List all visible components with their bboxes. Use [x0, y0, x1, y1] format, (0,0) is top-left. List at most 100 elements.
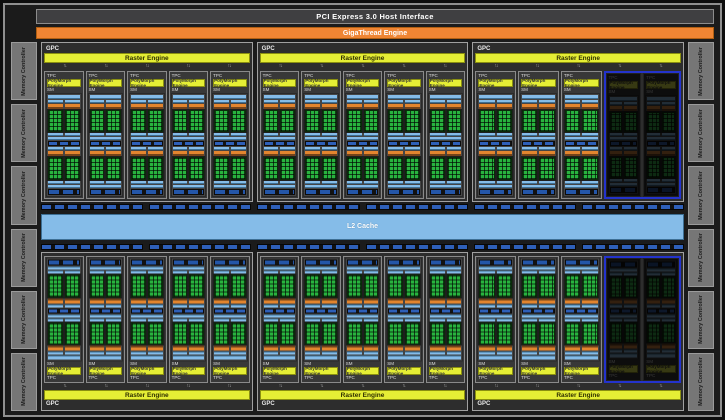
- flow-arrows-icon: ↑↓: [535, 63, 540, 69]
- dispatch-unit-bar: [131, 297, 146, 303]
- dispatch-unit-bar: [64, 104, 80, 109]
- dispatch-unit-bar: [405, 104, 420, 109]
- register-file-bar: [647, 178, 661, 182]
- warp-scheduler-bar: [172, 100, 188, 103]
- polymorph-engine-bar: PolyMorph Engine: [563, 366, 599, 376]
- cuda-core-grid: [213, 273, 230, 298]
- processing-block: [445, 100, 463, 137]
- warp-scheduler-bar: [647, 349, 661, 352]
- warp-scheduler-bar: [564, 351, 581, 354]
- memory-controller-bar: Memory Controller: [688, 104, 714, 163]
- dispatch-unit-bar: [131, 345, 146, 350]
- cuda-core-grid: [445, 108, 463, 134]
- tpc-block: SM PolyMorph Engine TPC: [85, 255, 126, 383]
- dispatch-unit-bar: [346, 345, 362, 350]
- warp-scheduler-bar: [214, 351, 229, 354]
- register-file-bar: [446, 317, 462, 321]
- polymorph-engine-bar: PolyMorph Engine: [428, 366, 463, 376]
- tpc-block: TPC PolyMorph Engine SM: [259, 71, 300, 199]
- load-store-unit-row: [429, 141, 462, 147]
- flow-arrows-icon: ↑↓: [576, 63, 581, 69]
- instruction-cache-bar: [131, 355, 163, 359]
- register-file-bar: [429, 180, 445, 184]
- dispatch-unit-bar: [106, 104, 122, 109]
- processing-block: [495, 317, 514, 354]
- sm-internals: [520, 257, 557, 361]
- warp-scheduler-bar: [564, 303, 581, 307]
- processing-block: [88, 270, 106, 307]
- memory-controller-label: Memory Controller: [21, 170, 27, 220]
- dispatch-unit-bar: [429, 297, 445, 303]
- load-store-unit-row: [89, 141, 122, 147]
- warp-scheduler-bar: [624, 147, 638, 151]
- flow-arrows-icon: ↑↓: [145, 63, 149, 69]
- memory-controller-label: Memory Controller: [698, 46, 704, 96]
- processing-block: [47, 147, 64, 184]
- memory-controller-label: Memory Controller: [698, 295, 704, 345]
- warp-scheduler-bar: [230, 147, 246, 151]
- warp-scheduler-bar: [147, 351, 163, 354]
- warp-scheduler-bar: [346, 351, 362, 354]
- memory-controller-label: Memory Controller: [21, 357, 27, 407]
- register-file-bar: [214, 133, 229, 137]
- cuda-core-grid: [345, 108, 363, 134]
- warp-scheduler-bar: [647, 303, 661, 307]
- processing-block: [495, 100, 514, 137]
- register-file-bar: [172, 133, 188, 137]
- register-file-bar: [624, 272, 638, 276]
- dispatch-unit-bar: [388, 345, 404, 350]
- processing-block-row: [304, 100, 338, 137]
- warp-scheduler-bar: [662, 349, 676, 352]
- dispatch-unit-bar: [539, 297, 555, 303]
- load-store-unit-row: [48, 141, 80, 147]
- shared-cache-bar: [388, 184, 420, 188]
- register-file-bar: [189, 133, 205, 137]
- l2-port-segment-group: [365, 243, 468, 250]
- warp-scheduler-bar: [131, 100, 146, 103]
- warp-scheduler-bar: [147, 303, 163, 307]
- dispatch-unit-bar: [280, 151, 296, 157]
- sm-internals: [520, 93, 557, 197]
- dispatch-unit-bar: [189, 297, 205, 303]
- tpc-block: TPC PolyMorph Engine SM: [342, 71, 383, 199]
- dispatch-unit-bar: [662, 151, 676, 157]
- cuda-core-grid: [171, 320, 189, 346]
- register-file-bar: [624, 178, 638, 182]
- tpc-row: TPC PolyMorph Engine SM TPC PolyMorph Engine…: [259, 71, 466, 199]
- dispatch-unit-bar: [522, 151, 538, 157]
- flow-arrows-row: ↑↓ ↑↓ ↑↓ ↑↓ ↑↓: [44, 63, 250, 70]
- cuda-core-grid: [171, 108, 189, 134]
- load-store-unit-row: [172, 141, 205, 147]
- warp-scheduler-bar: [280, 100, 296, 103]
- warp-scheduler-bar: [263, 100, 279, 103]
- cuda-core-grid: [213, 320, 230, 346]
- processing-block: [279, 317, 297, 354]
- cuda-core-grid: [495, 108, 514, 134]
- tpc-block: SM PolyMorph Engine TPC: [560, 255, 602, 383]
- raster-engine-bar: Raster Engine: [44, 53, 250, 63]
- tpc-block: SM PolyMorph Engine TPC: [605, 257, 642, 381]
- processing-block: [445, 147, 463, 184]
- tpc-row: SM PolyMorph Engine TPC SM PolyMorph Engine T…: [475, 255, 682, 383]
- dispatch-unit-bar: [172, 151, 188, 157]
- gpc-label: GPC: [261, 401, 275, 407]
- cuda-core-grid: [63, 108, 81, 134]
- cuda-core-grid: [581, 156, 599, 181]
- flow-arrows-icon: ↑↓: [576, 383, 581, 389]
- processing-block: [213, 147, 230, 184]
- gpc-block: GPC Raster Engine ↑↓ ↑↓ ↑↓ ↑↓ ↑↓ TPC PolyMorph E…: [41, 42, 253, 202]
- processing-block: [521, 317, 539, 354]
- sm-internals: [607, 259, 640, 359]
- processing-block-row: [213, 147, 247, 184]
- warp-scheduler-bar: [388, 303, 404, 307]
- register-file-bar: [64, 317, 80, 321]
- register-file-bar: [609, 133, 623, 137]
- cuda-core-grid: [262, 320, 280, 346]
- warp-scheduler-bar: [346, 303, 362, 307]
- processing-block-row: [345, 100, 380, 137]
- cuda-core-grid: [188, 156, 206, 181]
- warp-scheduler-bar: [624, 349, 638, 352]
- processing-block: [495, 270, 514, 307]
- shared-cache-bar: [131, 313, 163, 317]
- processing-block-row: [608, 102, 639, 137]
